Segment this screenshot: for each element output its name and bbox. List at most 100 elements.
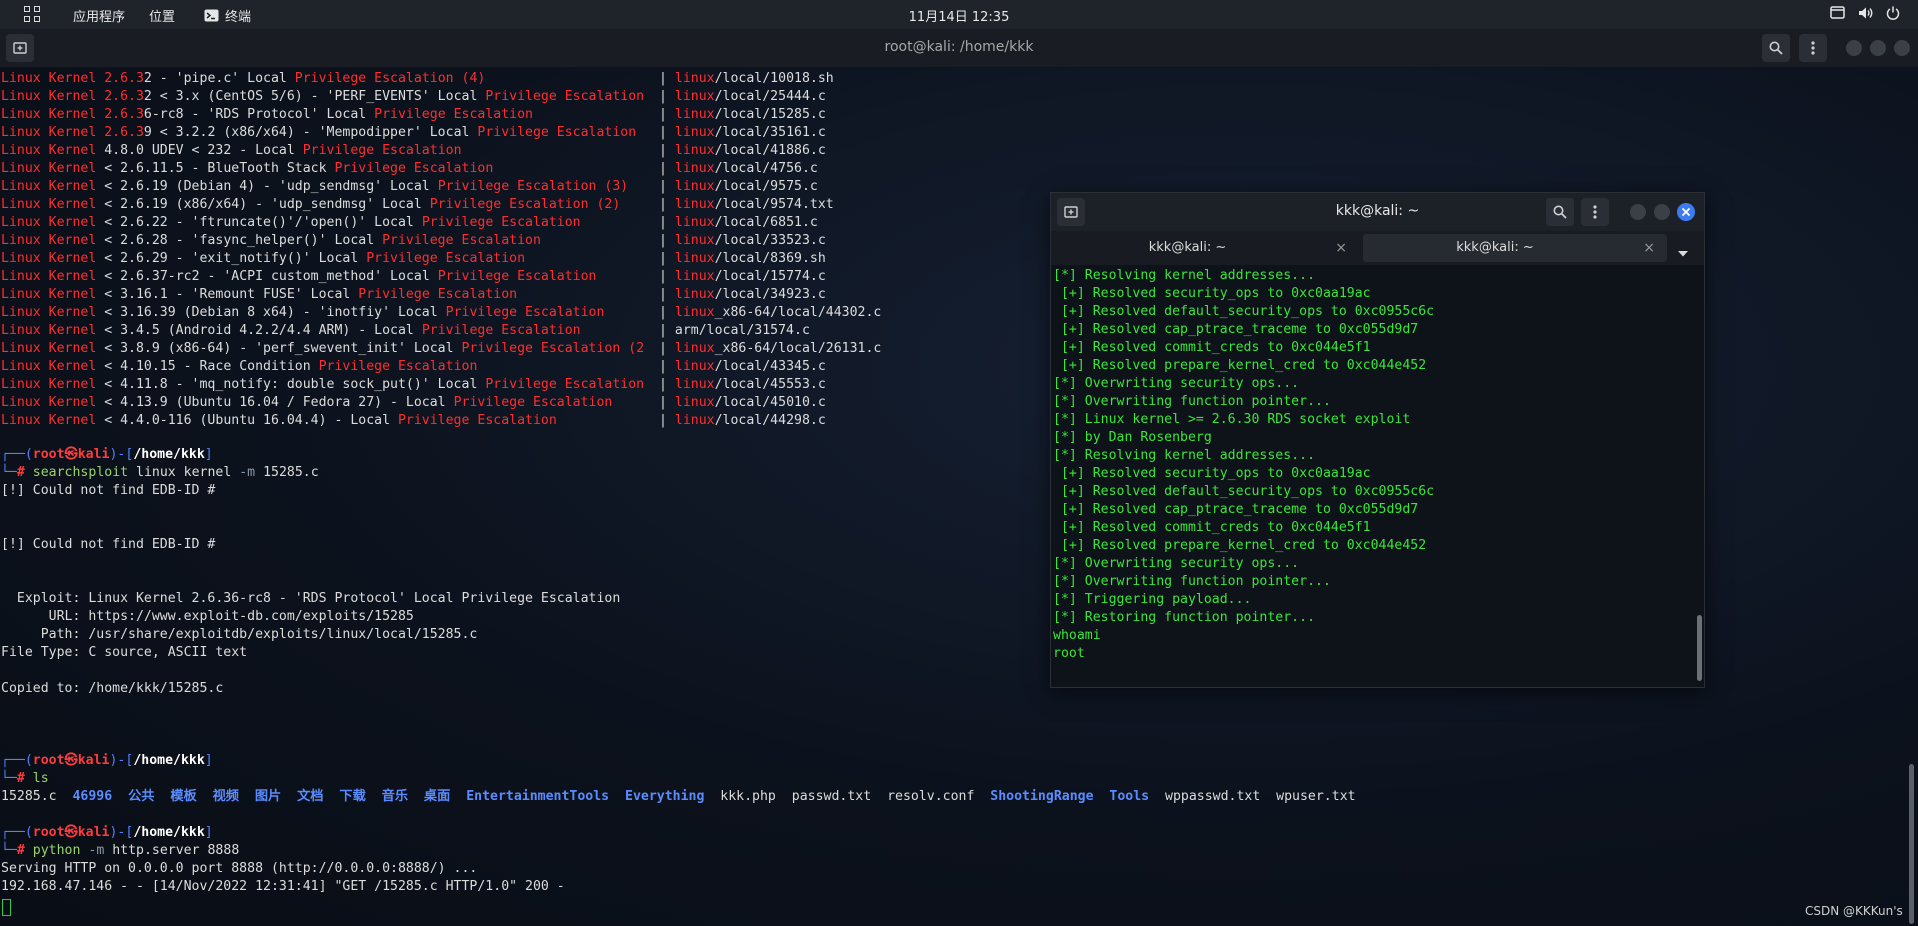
- output-line: [*] Resolving kernel addresses...: [1053, 448, 1316, 463]
- ls-output: 15285.c 46996 公共 模板 视频 图片 文档 下载 音乐 桌面 En…: [1, 788, 1356, 806]
- secondary-tab-bar: kkk@kali: ~ × kkk@kali: ~ ×: [1051, 231, 1704, 265]
- output-line: [+] Resolved security_ops to 0xc0aa19ac: [1053, 286, 1371, 301]
- output-line: [+] Resolved cap_ptrace_traceme to 0xc05…: [1053, 322, 1419, 337]
- terminal-app-menu[interactable]: 终端: [204, 6, 251, 25]
- tab-1[interactable]: kkk@kali: ~ ×: [1056, 234, 1359, 262]
- error-line: [!] Could not find EDB-ID #: [1, 537, 216, 552]
- secondary-headerbar: kkk@kali: ~: [1051, 193, 1704, 231]
- result-row: Linux Kernel < 2.6.28 - 'fasync_helper()…: [1, 233, 541, 248]
- result-path: | linux/local/33523.c: [659, 233, 826, 248]
- result-path: | linux/local/15774.c: [659, 269, 826, 284]
- path-line: Path: /usr/share/exploitdb/exploits/linu…: [1, 627, 478, 642]
- result-row: Linux Kernel < 2.6.29 - 'exit_notify()' …: [1, 251, 526, 266]
- top-bar: 应用程序 位置 终端 11月14日 12:35: [0, 0, 1918, 29]
- search-button[interactable]: [1546, 198, 1574, 226]
- search-icon: [1769, 41, 1783, 55]
- maximize-button[interactable]: [1654, 204, 1670, 220]
- command-line: └─# searchsploit linux kernel -m 15285.c: [1, 465, 319, 480]
- result-path: | linux/local/43345.c: [659, 359, 826, 374]
- power-icon[interactable]: [1886, 6, 1900, 24]
- places-menu[interactable]: 位置: [149, 6, 175, 25]
- output-line: whoami: [1053, 628, 1101, 643]
- ls-directory: 文档: [297, 789, 324, 804]
- window-icon[interactable]: [1830, 6, 1845, 23]
- result-path: | linux/local/41886.c: [659, 143, 826, 158]
- result-path: | linux/local/44298.c: [659, 413, 826, 428]
- terminal-cursor: [2, 899, 11, 916]
- ls-directory: Tools: [1109, 789, 1150, 804]
- result-row: Linux Kernel < 3.8.9 (x86-64) - 'perf_sw…: [1, 341, 645, 356]
- ls-directory: 图片: [254, 789, 282, 804]
- menu-icon: [1811, 41, 1815, 55]
- result-path: | linux/local/9575.c: [659, 179, 818, 194]
- close-button[interactable]: [1894, 40, 1910, 56]
- menu-button[interactable]: [1799, 34, 1827, 62]
- output-line: root: [1053, 646, 1085, 661]
- result-row: Linux Kernel < 4.10.15 - Race Condition …: [1, 359, 478, 374]
- error-line: [!] Could not find EDB-ID #: [1, 483, 216, 498]
- result-row: Linux Kernel < 2.6.19 (x86/x64) - 'udp_s…: [1, 197, 621, 212]
- exploit-line: Exploit: Linux Kernel 2.6.36-rc8 - 'RDS …: [1, 591, 621, 606]
- menu-icon: [1593, 205, 1597, 219]
- url-line: URL: https://www.exploit-db.com/exploits…: [1, 609, 414, 624]
- result-row: Linux Kernel < 4.4.0-116 (Ubuntu 16.04.4…: [1, 413, 557, 428]
- secondary-scrollbar[interactable]: [1697, 615, 1702, 681]
- output-line: [+] Resolved commit_creds to 0xc044e5f1: [1053, 520, 1371, 535]
- main-terminal-headerbar: root@kali: /home/kkk: [0, 29, 1918, 68]
- ls-directory: EntertainmentTools: [466, 789, 610, 804]
- result-path: | linux/local/34923.c: [659, 287, 826, 302]
- result-row: Linux Kernel < 3.16.1 - 'Remount FUSE' L…: [1, 287, 518, 302]
- ls-file: kkk.php: [720, 789, 776, 804]
- output-line: [*] Overwriting security ops...: [1053, 376, 1300, 391]
- copied-line: Copied to: /home/kkk/15285.c: [1, 681, 224, 696]
- secondary-terminal-output[interactable]: [*] Resolving kernel addresses... [+] Re…: [1051, 265, 1704, 687]
- output-line: [+] Resolved prepare_kernel_cred to 0xc0…: [1053, 358, 1427, 373]
- output-line: [*] Linux kernel >= 2.6.30 RDS socket ex…: [1053, 412, 1411, 427]
- main-window-title: root@kali: /home/kkk: [884, 39, 1034, 55]
- command-line: └─# python -m http.server 8888: [1, 843, 240, 858]
- ls-file: passwd.txt: [791, 789, 872, 804]
- main-scrollbar[interactable]: [1909, 764, 1914, 924]
- result-row: Linux Kernel < 4.11.8 - 'mq_notify: doub…: [1, 377, 645, 392]
- secondary-terminal-window[interactable]: kkk@kali: ~ kkk@kali: ~ × kkk@kali: ~ × …: [1050, 192, 1705, 688]
- volume-icon[interactable]: [1858, 6, 1874, 24]
- ls-directory: Everything: [625, 789, 705, 804]
- tab-close-icon[interactable]: ×: [1335, 234, 1347, 262]
- prompt-line: ┌──(root㉿kali)-[/home/kkk]: [1, 753, 213, 768]
- result-path: | linux_x86-64/local/44302.c: [659, 305, 882, 320]
- minimize-button[interactable]: [1630, 204, 1646, 220]
- result-row: Linux Kernel 4.8.0 UDEV < 232 - Local Pr…: [1, 143, 462, 158]
- applications-menu[interactable]: 应用程序: [73, 6, 125, 25]
- tab-2[interactable]: kkk@kali: ~ ×: [1363, 234, 1667, 262]
- tab-label: kkk@kali: ~: [1148, 240, 1227, 255]
- result-path: | linux/local/25444.c: [659, 89, 826, 104]
- result-row: Linux Kernel 2.6.32 < 3.x (CentOS 5/6) -…: [1, 89, 645, 104]
- minimize-button[interactable]: [1846, 40, 1862, 56]
- result-path: | linux/local/45553.c: [659, 377, 826, 392]
- menu-button[interactable]: [1581, 198, 1609, 226]
- ls-file: wpuser.txt: [1276, 789, 1356, 804]
- search-button[interactable]: [1762, 34, 1790, 62]
- close-button[interactable]: [1677, 203, 1695, 221]
- terminal-app-label: 终端: [225, 10, 252, 25]
- ls-directory: 模板: [170, 789, 197, 804]
- filetype-line: File Type: C source, ASCII text: [1, 645, 248, 660]
- tab-close-icon[interactable]: ×: [1643, 234, 1655, 262]
- serving-line: Serving HTTP on 0.0.0.0 port 8888 (http:…: [1, 861, 478, 876]
- result-row: Linux Kernel < 4.13.9 (Ubuntu 16.04 / Fe…: [1, 395, 613, 410]
- result-row: Linux Kernel < 3.4.5 (Android 4.2.2/4.4 …: [1, 323, 581, 338]
- prompt-line: ┌──(root㉿kali)-[/home/kkk]: [1, 825, 213, 840]
- tab-dropdown-icon[interactable]: [1677, 243, 1689, 262]
- ls-directory: 视频: [212, 789, 239, 804]
- ls-directory: 下载: [339, 789, 366, 804]
- ls-file: resolv.conf: [887, 789, 975, 804]
- result-row: Linux Kernel 2.6.32 - 'pipe.c' Local Pri…: [1, 71, 486, 86]
- result-path: | arm/local/31574.c: [659, 323, 810, 338]
- maximize-button[interactable]: [1870, 40, 1886, 56]
- command-line: └─# ls: [1, 771, 49, 786]
- apps-grid-icon[interactable]: [24, 6, 41, 23]
- clock[interactable]: 11月14日 12:35: [0, 6, 1918, 25]
- result-row: Linux Kernel 2.6.36-rc8 - 'RDS Protocol'…: [1, 107, 533, 122]
- close-icon: [1681, 207, 1691, 217]
- terminal-icon: [204, 9, 219, 22]
